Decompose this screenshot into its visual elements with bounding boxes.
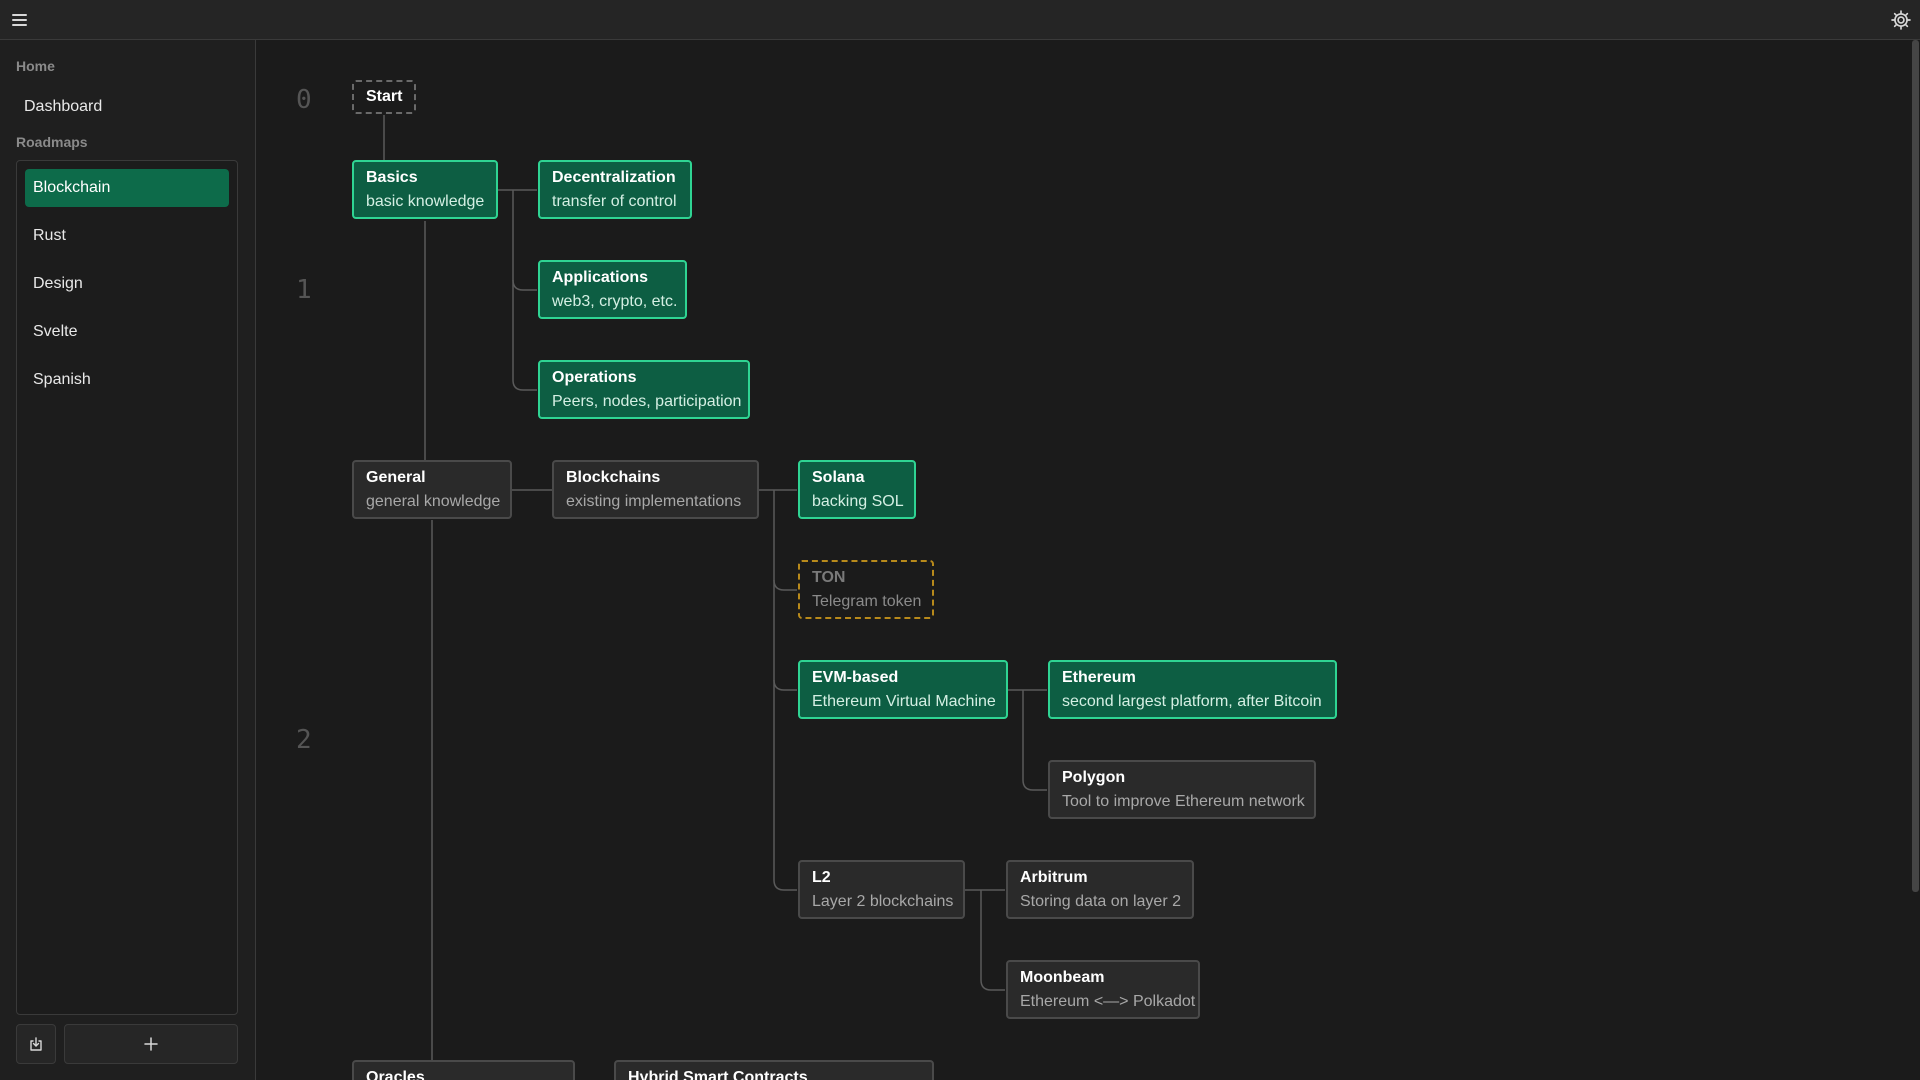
sidebar-item-spanish[interactable]: Spanish: [25, 361, 229, 399]
canvas-scrollbar[interactable]: [1911, 40, 1920, 1080]
node-applications[interactable]: Applications web3, crypto, etc.: [538, 260, 687, 319]
node-l2[interactable]: L2 Layer 2 blockchains: [798, 860, 965, 919]
node-operations[interactable]: Operations Peers, nodes, participation: [538, 360, 750, 419]
gear-icon[interactable]: [1890, 9, 1912, 31]
sidebar-item-blockchain[interactable]: Blockchain: [25, 169, 229, 207]
hamburger-menu-icon[interactable]: [8, 9, 30, 31]
plus-icon: [144, 1037, 158, 1051]
node-decentralization[interactable]: Decentralization transfer of control: [538, 160, 692, 219]
roadmap-list: Blockchain Rust Design Svelte Spanish: [16, 160, 238, 1015]
connector-lines: [383, 115, 1047, 1060]
import-icon: [30, 1037, 42, 1051]
sidebar-item-rust[interactable]: Rust: [25, 217, 229, 255]
sidebar-item-design[interactable]: Design: [25, 265, 229, 303]
node-general[interactable]: General general knowledge: [352, 460, 512, 519]
node-blockchains[interactable]: Blockchains existing implementations: [552, 460, 759, 519]
top-bar: [0, 0, 1920, 40]
node-solana[interactable]: Solana backing SOL: [798, 460, 916, 519]
roadmap-canvas[interactable]: 0 1 2 Start Basics basic knowledge Decen: [256, 40, 1920, 1080]
node-hybrid-smart-contracts[interactable]: Hybrid Smart Contracts: [614, 1060, 934, 1080]
node-evm-based[interactable]: EVM-based Ethereum Virtual Machine: [798, 660, 1008, 719]
scrollbar-thumb[interactable]: [1912, 40, 1919, 892]
node-arbitrum[interactable]: Arbitrum Storing data on layer 2: [1006, 860, 1194, 919]
node-basics[interactable]: Basics basic knowledge: [352, 160, 498, 219]
home-section-label: Home: [16, 58, 55, 74]
node-oracles[interactable]: Oracles: [352, 1060, 575, 1080]
sidebar-item-dashboard[interactable]: Dashboard: [16, 90, 238, 124]
import-button[interactable]: [16, 1024, 56, 1064]
node-moonbeam[interactable]: Moonbeam Ethereum <—> Polkadot: [1006, 960, 1200, 1019]
node-start[interactable]: Start: [352, 80, 416, 114]
node-ethereum[interactable]: Ethereum second largest platform, after …: [1048, 660, 1337, 719]
sidebar-item-svelte[interactable]: Svelte: [25, 313, 229, 351]
sidebar: Home Dashboard Roadmaps Blockchain Rust …: [0, 40, 256, 1080]
add-roadmap-button[interactable]: [64, 1024, 238, 1064]
roadmaps-section-label: Roadmaps: [16, 134, 88, 150]
node-ton[interactable]: TON Telegram token: [798, 560, 934, 619]
node-polygon[interactable]: Polygon Tool to improve Ethereum network: [1048, 760, 1316, 819]
